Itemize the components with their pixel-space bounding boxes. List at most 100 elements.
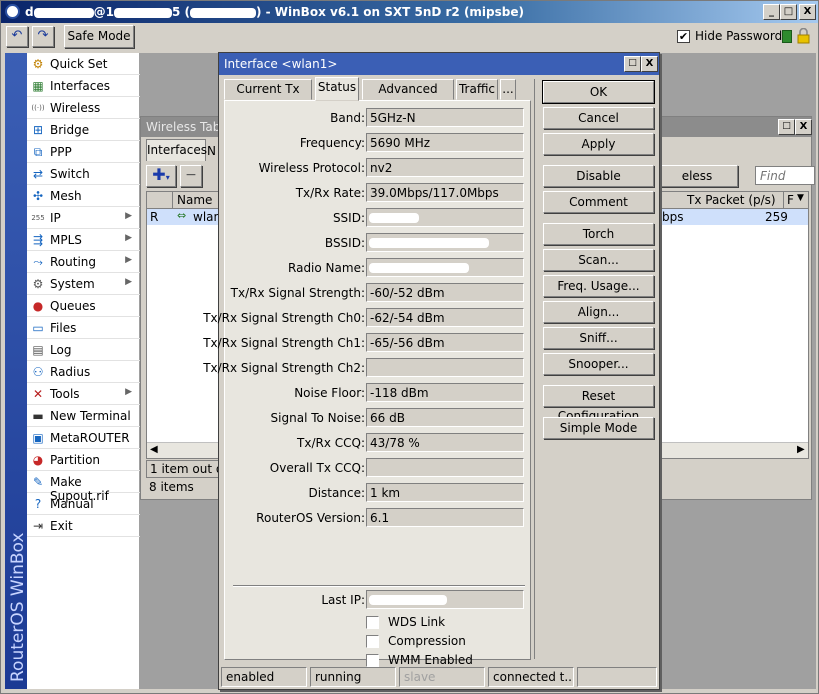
minimize-button[interactable]: _ xyxy=(763,4,780,20)
manual-icon: ? xyxy=(34,497,42,511)
mpls-icon: ⇶ xyxy=(32,233,44,247)
window-titlebar[interactable]: d @1 5 () - WinBox v6.1 on SXT 5nD r2 (mip… xyxy=(1,1,818,23)
add-button[interactable]: ✚▾ xyxy=(146,165,176,187)
scroll-left-icon[interactable]: ◀ xyxy=(150,444,158,455)
interface-dialog: Interface <wlan1> □ X Current Tx PowerSt… xyxy=(203,52,660,690)
close-button[interactable]: X xyxy=(799,4,816,20)
sidebar-item-log[interactable]: ▤ Log xyxy=(27,339,140,361)
hide-passwords-checkbox[interactable]: ✔ xyxy=(677,30,690,43)
sidebar-item-switch[interactable]: ⇄ Switch xyxy=(27,163,140,185)
status-cell-running: running xyxy=(310,667,396,687)
tab-status[interactable]: Status xyxy=(315,77,359,101)
sidebar-item-new-terminal[interactable]: ▬ New Terminal xyxy=(27,405,140,427)
system-icon: ⚙ xyxy=(32,277,44,291)
tab-traffic[interactable]: Traffic xyxy=(456,79,498,100)
col-tx-packet-header[interactable]: Tx Packet (p/s) xyxy=(687,193,776,207)
metarouter-icon: ▣ xyxy=(32,431,44,445)
sniff-button[interactable]: Sniff... xyxy=(543,327,654,349)
simple-mode-button[interactable]: Simple Mode xyxy=(543,417,654,439)
sidebar-item-label: System xyxy=(50,277,95,291)
compression-label: Compression xyxy=(388,634,466,648)
tx-rx-signal-strength-label: Tx/Rx Signal Strength: xyxy=(230,286,365,300)
sidebar-item-files[interactable]: ▭ Files xyxy=(27,317,140,339)
sidebar-item-queues[interactable]: ● Queues xyxy=(27,295,140,317)
sidebar-item-label: New Terminal xyxy=(50,409,131,423)
sidebar-item-partition[interactable]: ◕ Partition xyxy=(27,449,140,471)
safe-mode-button[interactable]: Safe Mode xyxy=(64,25,134,48)
sidebar-item-ip[interactable]: 255 IP ▶ xyxy=(27,207,140,229)
scroll-right-icon[interactable]: ▶ xyxy=(797,444,805,455)
submenu-arrow-icon: ▶ xyxy=(125,211,132,221)
tx-rx-rate-value: 39.0Mbps/117.0Mbps xyxy=(366,183,524,202)
sidebar-item-mesh[interactable]: ✣ Mesh xyxy=(27,185,140,207)
mesh-icon: ✣ xyxy=(32,189,44,203)
comment-button[interactable]: Comment xyxy=(543,191,654,213)
wmm-enabled-label: WMM Enabled xyxy=(388,653,473,667)
sidebar-item-bridge[interactable]: ⊞ Bridge xyxy=(27,119,140,141)
disable-button[interactable]: Disable xyxy=(543,165,654,187)
wds-link-label: WDS Link xyxy=(388,615,446,629)
compression-checkbox[interactable] xyxy=(366,635,379,648)
sidebar-item-tools[interactable]: ✕ Tools ▶ xyxy=(27,383,140,405)
dialog-maximize-button[interactable]: □ xyxy=(624,56,641,72)
signal-to-noise-value: 66 dB xyxy=(366,408,524,427)
sidebar-item-label: Bridge xyxy=(50,123,90,137)
dialog-close-button[interactable]: X xyxy=(641,56,658,72)
status-cell-connected-t: connected t... xyxy=(488,667,574,687)
wireless-tables-close[interactable]: X xyxy=(795,119,812,135)
dialog-divider xyxy=(534,79,535,659)
tab-more[interactable]: ... xyxy=(500,79,516,100)
ok-button[interactable]: OK xyxy=(542,80,655,104)
scan-button[interactable]: Scan... xyxy=(543,249,654,271)
sidebar-item-ppp[interactable]: ⧉ PPP xyxy=(27,141,140,163)
routeros-version-label: RouterOS Version: xyxy=(256,511,365,525)
ppp-icon: ⧉ xyxy=(33,145,43,159)
status-cell-enabled: enabled xyxy=(221,667,307,687)
tx-rx-ccq-value: 43/78 % xyxy=(366,433,524,452)
freq-usage-button[interactable]: Freq. Usage... xyxy=(543,275,654,297)
sidebar-item-system[interactable]: ⚙ System ▶ xyxy=(27,273,140,295)
bridge-icon: ⊞ xyxy=(32,123,44,137)
snooper-button[interactable]: Snooper... xyxy=(543,353,654,375)
sidebar-item-label: Wireless xyxy=(50,101,101,115)
sidebar-item-mpls[interactable]: ⇶ MPLS ▶ xyxy=(27,229,140,251)
wmm-enabled-checkbox[interactable] xyxy=(366,654,379,667)
wireless-tables-maximize[interactable]: □ xyxy=(778,119,795,135)
col-f-header[interactable]: F xyxy=(787,193,794,207)
interfaces-icon: ▦ xyxy=(32,79,44,93)
sidebar-item-metarouter[interactable]: ▣ MetaROUTER xyxy=(27,427,140,449)
torch-button[interactable]: Torch xyxy=(543,223,654,245)
tab-advanced-status[interactable]: Advanced Status xyxy=(362,79,454,115)
align-button[interactable]: Align... xyxy=(543,301,654,323)
sidebar-item-make-supout-rif[interactable]: ✎ Make Supout.rif xyxy=(27,471,140,503)
overall-tx-ccq-value xyxy=(366,458,524,477)
column-menu-icon[interactable]: ▼ xyxy=(797,193,804,203)
cancel-button[interactable]: Cancel xyxy=(543,107,654,129)
dialog-titlebar[interactable]: Interface <wlan1> □ X xyxy=(219,53,659,75)
find-input[interactable] xyxy=(755,166,815,185)
tab-current-tx-power[interactable]: Current Tx Power xyxy=(224,79,312,115)
sidebar-item-quick-set[interactable]: ⚙ Quick Set xyxy=(27,53,140,75)
submenu-arrow-icon: ▶ xyxy=(125,277,132,287)
section-separator xyxy=(233,585,525,587)
sidebar-item-exit[interactable]: ⇥ Exit xyxy=(27,515,140,537)
dialog-title: Interface <wlan1> xyxy=(224,57,338,71)
wireless-snooper-button[interactable]: eless Snooper xyxy=(656,165,738,203)
winbox-app-icon xyxy=(5,4,20,19)
apply-button[interactable]: Apply xyxy=(543,133,654,155)
row-flag: R xyxy=(150,210,159,224)
redo-button[interactable]: ↷ xyxy=(32,26,54,47)
sidebar-item-radius[interactable]: ⚇ Radius xyxy=(27,361,140,383)
wds-link-checkbox[interactable] xyxy=(366,616,379,629)
sidebar-item-routing[interactable]: ⤳ Routing ▶ xyxy=(27,251,140,273)
col-flag-header[interactable] xyxy=(147,192,173,208)
wireless-protocol-value: nv2 xyxy=(366,158,524,177)
sidebar-item-manual[interactable]: ? Manual xyxy=(27,493,140,515)
signal-to-noise-label: Signal To Noise: xyxy=(270,411,365,425)
reset-configuration-button[interactable]: Reset Configuration xyxy=(543,385,654,423)
undo-button[interactable]: ↶ xyxy=(6,26,28,47)
switch-icon: ⇄ xyxy=(32,167,44,181)
sidebar-item-wireless[interactable]: ((·)) Wireless xyxy=(27,97,140,119)
maximize-button[interactable]: □ xyxy=(780,4,797,20)
sidebar-item-interfaces[interactable]: ▦ Interfaces xyxy=(27,75,140,97)
